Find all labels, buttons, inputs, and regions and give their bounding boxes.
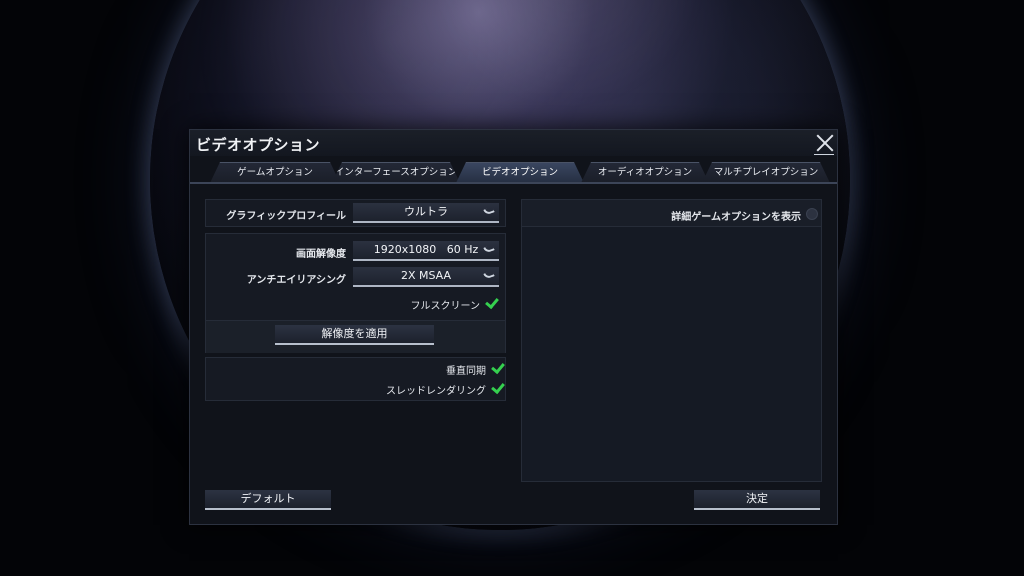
threaded-rendering-label: スレッドレンダリング	[386, 386, 486, 397]
render-options-panel: 垂直同期 スレッドレンダリング	[205, 357, 506, 401]
close-underline	[814, 154, 834, 155]
tab-interface-options[interactable]: インターフェースオプション	[332, 162, 460, 183]
apply-row: 解像度を適用	[206, 320, 505, 353]
resolution-label: 画面解像度	[296, 249, 346, 260]
tab-video-options[interactable]: ビデオオプション	[456, 162, 584, 183]
title-bar: ビデオオプション	[190, 130, 837, 156]
advanced-options-label: 詳細ゲームオプションを表示	[671, 212, 801, 223]
antialiasing-dropdown[interactable]: 2X MSAA	[353, 267, 499, 287]
graphics-profile-panel: グラフィックプロフィール ウルトラ	[205, 199, 506, 227]
video-options-dialog: ビデオオプション ゲームオプション インターフェースオプション ビデオオプション…	[189, 129, 838, 525]
advanced-options-panel: 詳細ゲームオプションを表示	[521, 199, 822, 482]
resolution-dropdown[interactable]: 1920x1080 60 Hz	[353, 241, 499, 261]
tab-bar: ゲームオプション インターフェースオプション ビデオオプション オーディオオプシ…	[210, 162, 830, 184]
resolution-panel: 画面解像度 1920x1080 60 Hz アンチエイリアシング 2X MSAA…	[205, 233, 506, 353]
antialiasing-value: 2X MSAA	[400, 269, 452, 282]
chevron-down-icon	[484, 272, 493, 278]
advanced-options-header: 詳細ゲームオプションを表示	[522, 200, 821, 227]
close-icon[interactable]	[816, 134, 834, 152]
graphics-profile-label: グラフィックプロフィール	[226, 211, 346, 222]
apply-resolution-button[interactable]: 解像度を適用	[275, 325, 434, 345]
confirm-button[interactable]: 決定	[694, 490, 820, 510]
chevron-down-icon	[484, 246, 493, 252]
fullscreen-label: フルスクリーン	[410, 301, 481, 312]
graphics-profile-value: ウルトラ	[404, 205, 448, 218]
antialiasing-label: アンチエイリアシング	[246, 275, 346, 286]
dialog-title: ビデオオプション	[196, 136, 321, 154]
vsync-label: 垂直同期	[446, 366, 486, 377]
fullscreen-checkbox-icon[interactable]	[485, 296, 497, 308]
tab-divider	[190, 182, 837, 184]
tab-game-options[interactable]: ゲームオプション	[210, 162, 340, 183]
default-button[interactable]: デフォルト	[205, 490, 331, 510]
resolution-value: 1920x1080 60 Hz	[373, 243, 479, 256]
chevron-down-icon	[484, 208, 493, 214]
advanced-options-toggle[interactable]	[806, 208, 818, 220]
graphics-profile-dropdown[interactable]: ウルトラ	[353, 203, 499, 223]
threaded-rendering-checkbox-icon[interactable]	[491, 381, 503, 393]
vsync-checkbox-icon[interactable]	[491, 361, 503, 373]
tab-multiplayer-options[interactable]: マルチプレイオプション	[702, 162, 830, 183]
tab-audio-options[interactable]: オーディオオプション	[581, 162, 709, 183]
